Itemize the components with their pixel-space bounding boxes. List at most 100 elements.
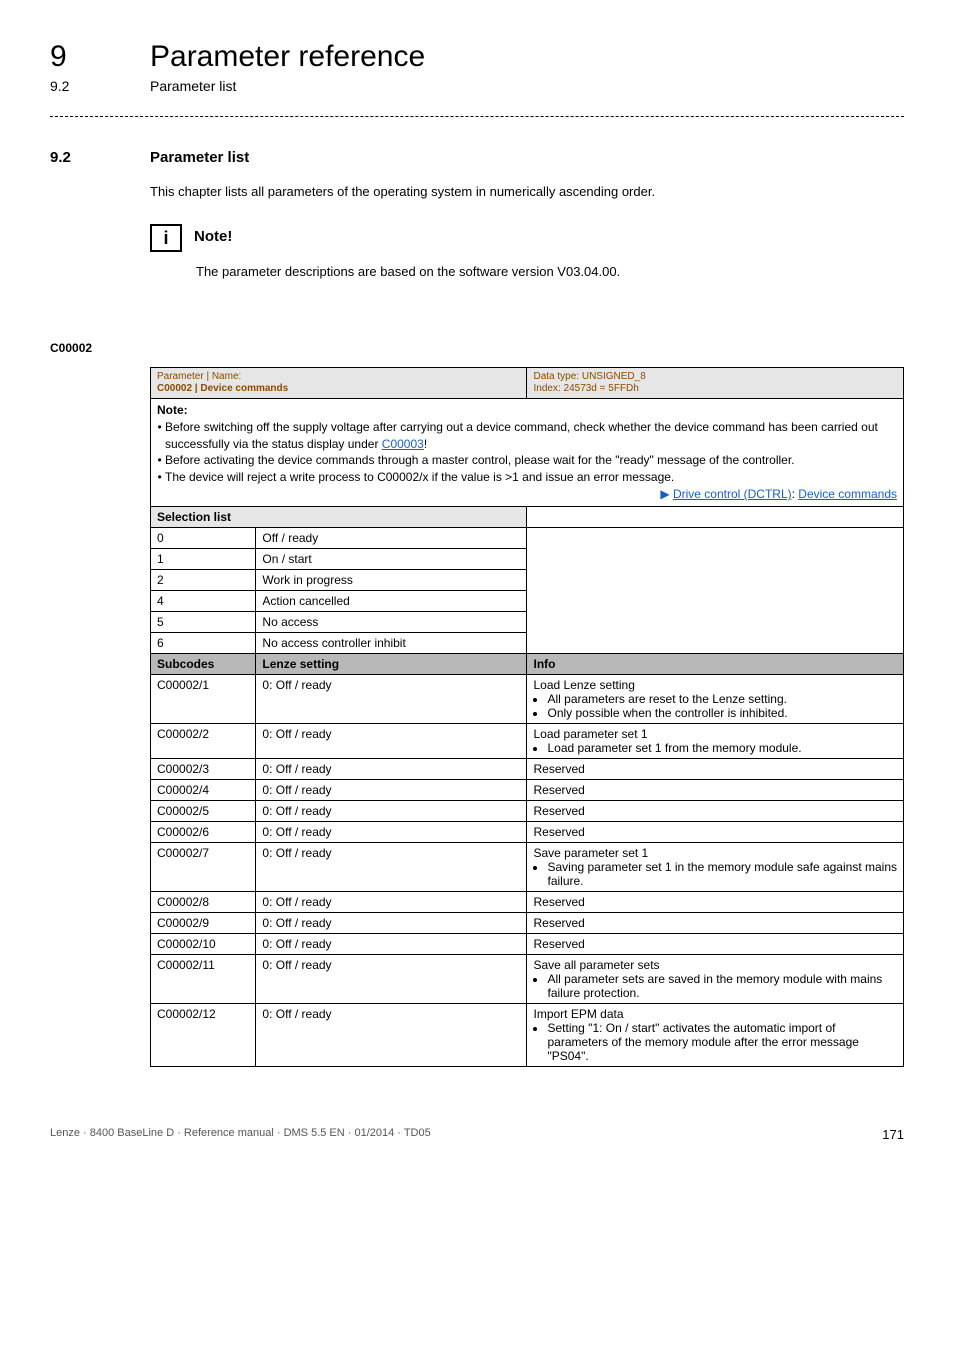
info-icon: i (150, 224, 182, 252)
subcode-setting: 0: Off / ready (256, 800, 527, 821)
link-c00003[interactable]: C00003 (382, 437, 424, 451)
subcode-info-title: Import EPM data (533, 1007, 623, 1021)
subcode-setting: 0: Off / ready (256, 842, 527, 891)
sel-idx-3: 4 (151, 590, 256, 611)
sel-label-4: No access (256, 611, 527, 632)
subcode-code: C00002/7 (151, 842, 256, 891)
subcode-info-title: Load Lenze setting (533, 678, 634, 692)
subcode-setting: 0: Off / ready (256, 954, 527, 1003)
subcode-code: C00002/5 (151, 800, 256, 821)
subcode-code: C00002/1 (151, 674, 256, 723)
subcode-setting: 0: Off / ready (256, 674, 527, 723)
param-note-heading: Note: (157, 403, 188, 417)
param-table: Parameter | Name: C00002 | Device comman… (150, 367, 904, 1067)
subcode-info: Load Lenze setting All parameters are re… (527, 674, 904, 723)
subcode-code: C00002/2 (151, 723, 256, 758)
subcode-setting: 0: Off / ready (256, 891, 527, 912)
table-row: C00002/10 0: Off / ready Reserved (151, 933, 904, 954)
param-note-bullet-0: Before switching off the supply voltage … (165, 419, 897, 453)
sel-idx-1: 1 (151, 548, 256, 569)
param-anchor: C00002 (50, 341, 904, 355)
subcode-setting: 0: Off / ready (256, 821, 527, 842)
subcode-code: C00002/12 (151, 1003, 256, 1066)
link-device-commands[interactable]: Device commands (798, 487, 897, 501)
subcode-setting: 0: Off / ready (256, 758, 527, 779)
table-row: C00002/8 0: Off / ready Reserved (151, 891, 904, 912)
subcode-info-bullet: Load parameter set 1 from the memory mod… (547, 741, 897, 755)
chapter-title: Parameter reference (150, 40, 425, 74)
note-text: The parameter descriptions are based on … (196, 262, 904, 282)
subcode-code: C00002/8 (151, 891, 256, 912)
param-header-index: Index: 24573d = 5FFDh (533, 383, 638, 394)
table-row: C00002/5 0: Off / ready Reserved (151, 800, 904, 821)
divider (50, 116, 904, 117)
table-row: C00002/4 0: Off / ready Reserved (151, 779, 904, 800)
sel-idx-2: 2 (151, 569, 256, 590)
table-row: C00002/2 0: Off / ready Load parameter s… (151, 723, 904, 758)
section-title: Parameter list (150, 149, 249, 166)
subcode-info-bullet: All parameters are reset to the Lenze se… (547, 692, 897, 706)
subcode-info: Save parameter set 1 Saving parameter se… (527, 842, 904, 891)
subcode-info-bullet: All parameter sets are saved in the memo… (547, 972, 897, 1000)
header-section-title: Parameter list (150, 78, 236, 94)
subcode-info: Reserved (527, 933, 904, 954)
param-note-bullet-2: The device will reject a write process t… (165, 469, 897, 486)
subcode-info-title: Save all parameter sets (533, 958, 659, 972)
subcodes-col3: Info (527, 653, 904, 674)
link-drive-control[interactable]: Drive control (DCTRL) (673, 487, 792, 501)
subcode-info-title: Save parameter set 1 (533, 846, 648, 860)
subcode-info: Load parameter set 1 Load parameter set … (527, 723, 904, 758)
subcode-setting: 0: Off / ready (256, 1003, 527, 1066)
subcode-info: Reserved (527, 800, 904, 821)
section-intro: This chapter lists all parameters of the… (150, 182, 904, 202)
subcode-setting: 0: Off / ready (256, 933, 527, 954)
subcode-info-bullet: Setting "1: On / start" activates the au… (547, 1021, 897, 1063)
subcode-info: Reserved (527, 779, 904, 800)
param-header-left-label: Parameter | Name: (157, 371, 241, 382)
footer-left: Lenze · 8400 BaseLine D · Reference manu… (50, 1127, 431, 1142)
subcode-code: C00002/9 (151, 912, 256, 933)
arrow-icon: ▶ (660, 487, 673, 501)
chapter-number: 9 (50, 40, 120, 74)
table-row: C00002/11 0: Off / ready Save all parame… (151, 954, 904, 1003)
sel-label-0: Off / ready (256, 527, 527, 548)
subcode-info: Reserved (527, 912, 904, 933)
param-header-code-name: C00002 | Device commands (157, 383, 288, 394)
param-note-bullet-1: Before activating the device commands th… (165, 452, 897, 469)
subcode-code: C00002/3 (151, 758, 256, 779)
subcode-setting: 0: Off / ready (256, 912, 527, 933)
subcode-code: C00002/6 (151, 821, 256, 842)
subcode-code: C00002/10 (151, 933, 256, 954)
selection-list-header: Selection list (151, 506, 527, 527)
selection-list-right-empty (527, 527, 904, 653)
subcode-code: C00002/11 (151, 954, 256, 1003)
section-number: 9.2 (50, 149, 120, 166)
subcodes-col2: Lenze setting (256, 653, 527, 674)
sel-label-3: Action cancelled (256, 590, 527, 611)
table-row: C00002/3 0: Off / ready Reserved (151, 758, 904, 779)
selection-list-empty (527, 506, 904, 527)
subcode-setting: 0: Off / ready (256, 723, 527, 758)
sel-label-1: On / start (256, 548, 527, 569)
sel-idx-4: 5 (151, 611, 256, 632)
table-row: C00002/1 0: Off / ready Load Lenze setti… (151, 674, 904, 723)
note-label: Note! (194, 224, 232, 245)
subcodes-col1: Subcodes (151, 653, 256, 674)
sel-idx-5: 6 (151, 632, 256, 653)
param-header-data-type: Data type: UNSIGNED_8 (533, 371, 645, 382)
header-section-number: 9.2 (50, 78, 120, 94)
subcode-setting: 0: Off / ready (256, 779, 527, 800)
subcode-info-bullet: Saving parameter set 1 in the memory mod… (547, 860, 897, 888)
subcode-info: Reserved (527, 891, 904, 912)
table-row: C00002/9 0: Off / ready Reserved (151, 912, 904, 933)
param-note-bullet-0-text: Before switching off the supply voltage … (165, 420, 878, 451)
sel-label-2: Work in progress (256, 569, 527, 590)
subcode-info-title: Load parameter set 1 (533, 727, 647, 741)
footer-page-number: 171 (882, 1127, 904, 1142)
subcode-info-bullet: Only possible when the controller is inh… (547, 706, 897, 720)
subcode-info: Save all parameter sets All parameter se… (527, 954, 904, 1003)
table-row: C00002/6 0: Off / ready Reserved (151, 821, 904, 842)
sel-label-5: No access controller inhibit (256, 632, 527, 653)
sel-idx-0: 0 (151, 527, 256, 548)
subcode-info: Reserved (527, 758, 904, 779)
